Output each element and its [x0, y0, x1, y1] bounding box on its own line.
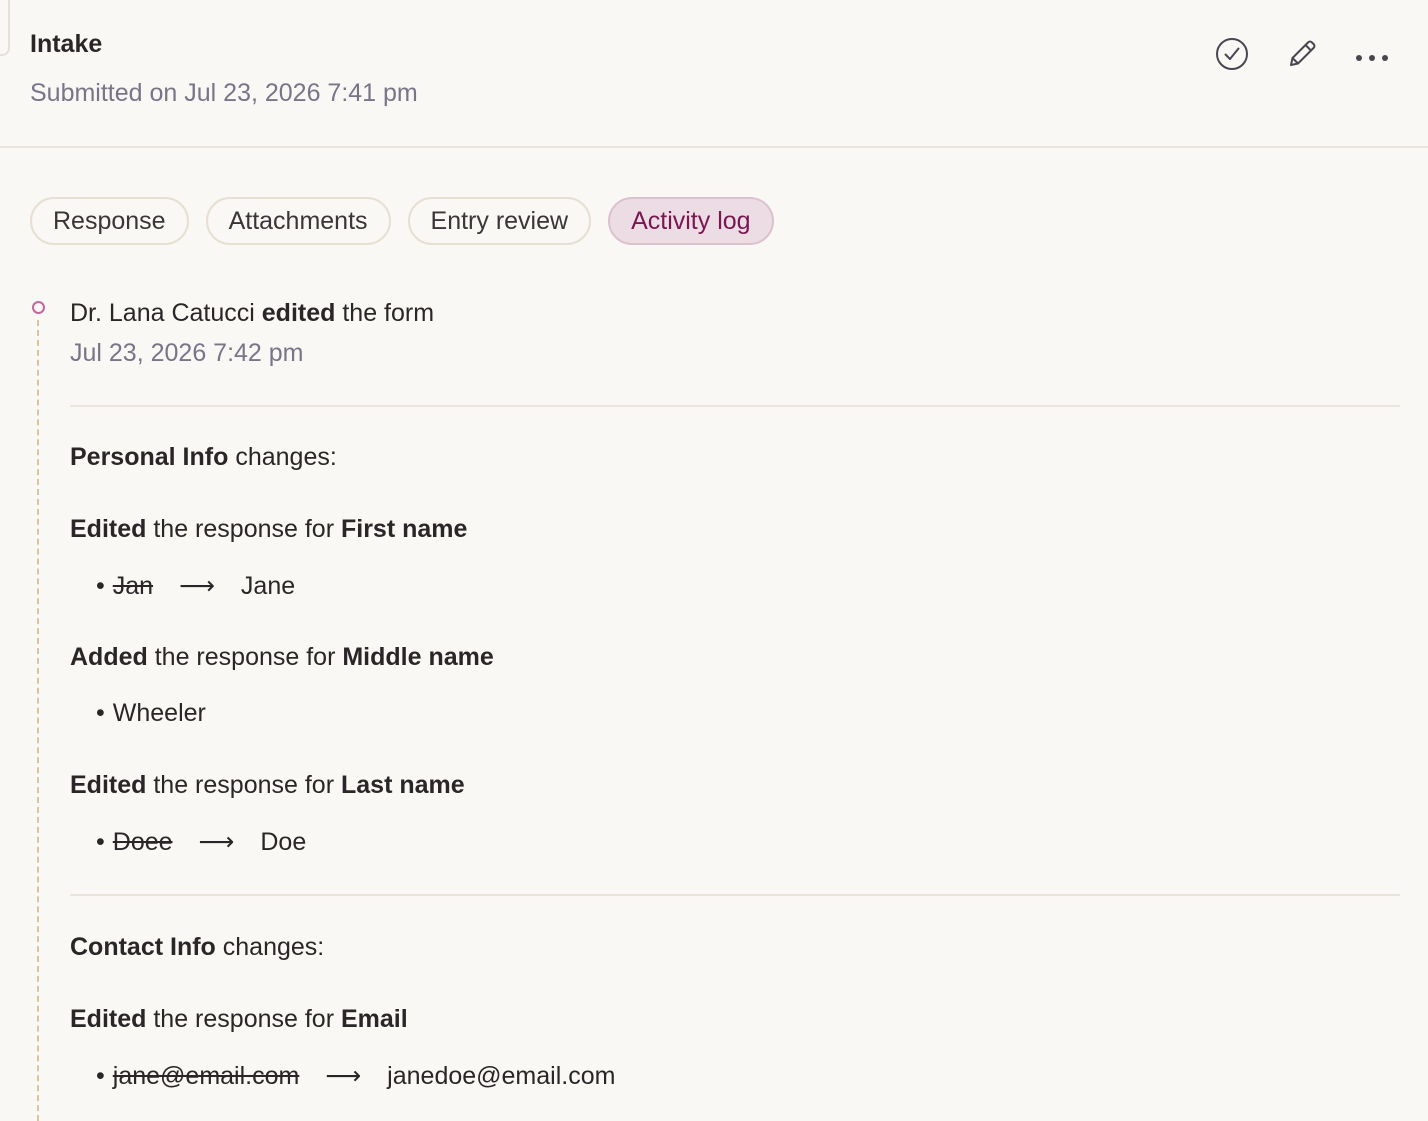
change-field: Last name	[340, 771, 465, 799]
bullet: •	[96, 571, 105, 600]
activity-action: edited	[261, 299, 336, 327]
header-actions	[1212, 34, 1392, 74]
bullet: •	[96, 699, 105, 727]
arrow-right-icon: ⟶	[179, 572, 215, 600]
tab-activity-log[interactable]: Activity log	[608, 197, 774, 245]
change-heading-email: Edited the response for Email	[70, 1005, 408, 1034]
side-panel-handle[interactable]	[0, 0, 10, 56]
change-heading-middle-name: Added the response for Middle name	[70, 643, 494, 672]
change-verb: Edited	[70, 515, 147, 543]
old-value: jane@email.com	[112, 1061, 300, 1090]
added-value: Wheeler	[112, 699, 206, 727]
new-value: Doe	[260, 827, 307, 856]
tab-bar: Response Attachments Entry review Activi…	[30, 197, 774, 245]
activity-object: the form	[342, 299, 435, 327]
arrow-right-icon: ⟶	[325, 1062, 362, 1090]
old-value: Doee	[112, 827, 173, 856]
change-value-first-name: • Jan ⟶ Jane	[96, 571, 295, 601]
change-heading-last-name: Edited the response for Last name	[70, 771, 465, 800]
change-value-email: • jane@email.com ⟶ janedoe@email.com	[96, 1061, 615, 1091]
change-verb: Added	[70, 643, 148, 671]
section-heading-contact-info: Contact Info changes:	[70, 933, 324, 962]
change-value-middle-name: • Wheeler	[96, 699, 206, 728]
edit-button[interactable]	[1282, 34, 1322, 74]
section-suffix: changes:	[222, 933, 325, 961]
pencil-icon	[1290, 40, 1316, 66]
page-title: Intake	[30, 30, 103, 58]
section-name: Contact Info	[70, 933, 216, 961]
arrow-right-icon: ⟶	[198, 828, 235, 856]
section-name: Personal Info	[70, 443, 229, 471]
more-horizontal-icon	[1356, 55, 1388, 61]
section-suffix: changes:	[235, 443, 337, 471]
approve-button[interactable]	[1212, 34, 1252, 74]
change-field: First name	[340, 515, 468, 543]
tab-response[interactable]: Response	[30, 197, 189, 245]
tab-entry-review[interactable]: Entry review	[407, 197, 592, 245]
change-field: Middle name	[342, 643, 494, 671]
change-verb: Edited	[70, 1005, 147, 1033]
change-phrase: the response for	[153, 515, 335, 543]
section-heading-personal-info: Personal Info changes:	[70, 443, 337, 472]
more-options-button[interactable]	[1352, 34, 1392, 74]
check-circle-icon	[1216, 38, 1248, 70]
change-phrase: the response for	[154, 643, 336, 671]
bullet: •	[96, 827, 105, 856]
activity-actor: Dr. Lana Catucci	[70, 299, 255, 327]
divider	[70, 405, 1400, 407]
activity-entry: Dr. Lana Catucci edited the form Jul 23,…	[70, 296, 1400, 370]
activity-timestamp: Jul 23, 2026 7:42 pm	[70, 339, 304, 367]
change-value-last-name: • Doee ⟶ Doe	[96, 827, 306, 857]
timeline-line	[37, 320, 39, 1121]
change-phrase: the response for	[153, 771, 335, 799]
change-heading-first-name: Edited the response for First name	[70, 515, 467, 544]
header: Intake Submitted on Jul 23, 2026 7:41 pm	[0, 0, 1428, 148]
change-phrase: the response for	[153, 1005, 335, 1033]
new-value: janedoe@email.com	[387, 1061, 616, 1090]
new-value: Jane	[240, 571, 296, 600]
change-field: Email	[340, 1005, 408, 1033]
divider	[70, 894, 1400, 896]
bullet: •	[96, 1061, 105, 1090]
change-verb: Edited	[70, 771, 147, 799]
tab-attachments[interactable]: Attachments	[205, 197, 391, 245]
activity-title: Dr. Lana Catucci edited the form	[70, 296, 1400, 330]
activity-log-page: Intake Submitted on Jul 23, 2026 7:41 pm	[0, 0, 1428, 1121]
submitted-date: Submitted on Jul 23, 2026 7:41 pm	[30, 79, 418, 107]
timeline-dot	[32, 301, 45, 314]
old-value: Jan	[112, 571, 154, 600]
